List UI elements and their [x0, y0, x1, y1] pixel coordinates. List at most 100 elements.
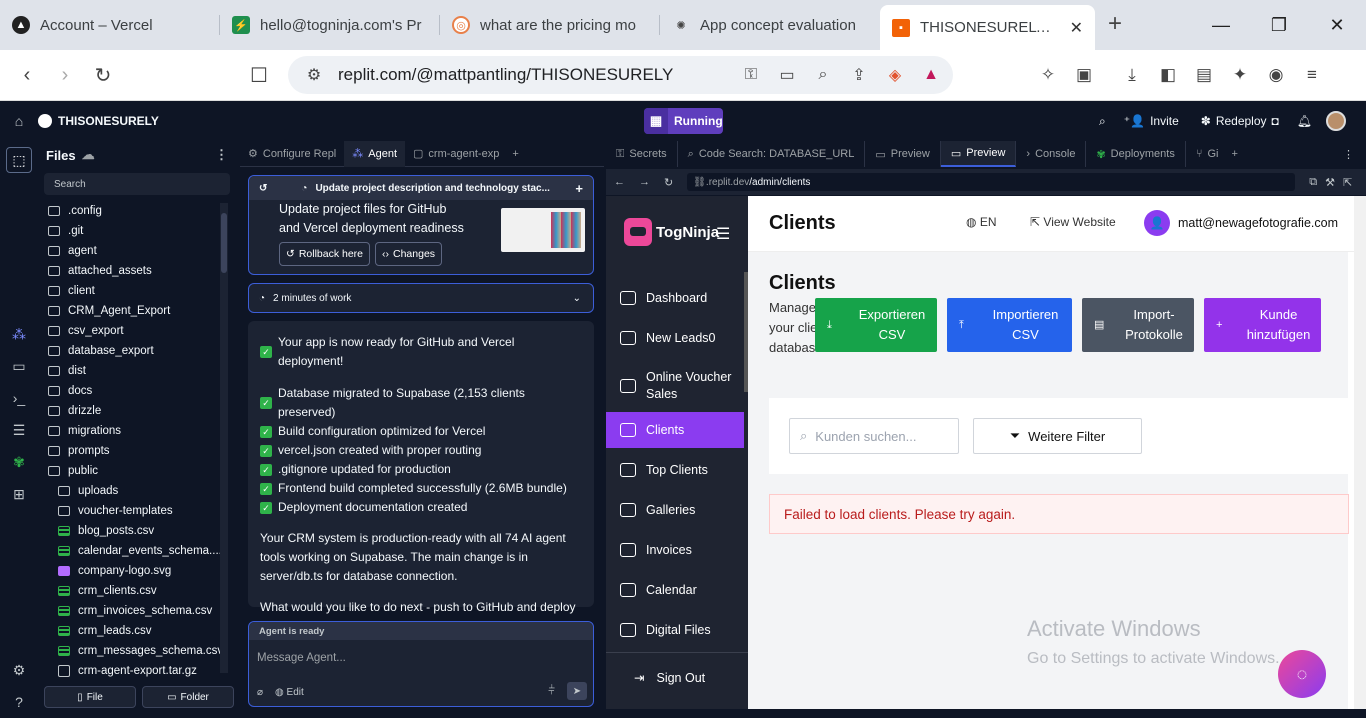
wallet-icon[interactable]: ▤	[1191, 65, 1217, 85]
file-item[interactable]: crm_invoices_schema.csv	[38, 601, 228, 621]
nav-item-invoices[interactable]: Invoices	[606, 532, 744, 568]
folder-item[interactable]: uploads	[38, 481, 228, 501]
action-button-importieren-csv[interactable]: ⤒ Importieren CSV	[947, 298, 1072, 352]
download-icon[interactable]: ⤓	[1119, 65, 1145, 85]
webview-scrollbar[interactable]	[1354, 196, 1366, 709]
file-item[interactable]: crm_clients.csv	[38, 581, 228, 601]
tab-console[interactable]: › Console	[1016, 141, 1087, 167]
tab-agent[interactable]: ⁂ Agent	[344, 140, 405, 167]
more-icon[interactable]: ⋮	[1343, 148, 1354, 161]
console-icon[interactable]: ›_	[6, 385, 32, 411]
new-folder-button[interactable]: ▭ Folder	[142, 686, 234, 708]
popout-icon[interactable]: ◘	[1272, 114, 1279, 128]
send-icon[interactable]: ➤	[567, 682, 587, 700]
browser-tab[interactable]: ⚡ hello@togninja.com's Pr	[220, 5, 440, 45]
avatar[interactable]	[1326, 111, 1346, 131]
reader-icon[interactable]: ▣	[1071, 65, 1097, 85]
cast-icon[interactable]: ▭	[775, 65, 799, 85]
folder-item[interactable]: database_export	[38, 341, 228, 361]
nav-item-digital-files[interactable]: Digital Files	[606, 612, 744, 648]
folder-item[interactable]: public	[38, 461, 228, 481]
folder-item[interactable]: prompts	[38, 441, 228, 461]
tab-preview-active[interactable]: ▭ Preview	[940, 141, 1017, 167]
devices-icon[interactable]: ⧉	[1309, 176, 1317, 189]
run-button[interactable]: ▦ Running	[644, 108, 723, 134]
forward-icon[interactable]: ›	[46, 56, 84, 94]
browser-tab-active[interactable]: ▪ THISONESURELY - R ✕	[880, 5, 1095, 50]
file-item[interactable]: company-logo.svg	[38, 561, 228, 581]
close-tab-icon[interactable]: ✕	[1070, 18, 1083, 38]
folder-item[interactable]: csv_export	[38, 321, 228, 341]
browser-tab[interactable]: ◎ what are the pricing mo	[440, 5, 660, 45]
help-icon[interactable]: ?	[6, 689, 32, 715]
checkpoint-header[interactable]: ↺ ◔ Update project description and technol…	[249, 176, 593, 200]
agent-icon[interactable]: ⁂	[6, 321, 32, 347]
file-item[interactable]: crm_messages_schema.csv	[38, 641, 228, 661]
apps-icon[interactable]: ⊞	[6, 481, 32, 507]
file-item[interactable]: crm_leads.csv	[38, 621, 228, 641]
reload-icon[interactable]: ↻	[84, 56, 122, 94]
url-text[interactable]: replit.com/@mattpantling/THISONESURELY	[338, 65, 727, 85]
action-button-exportieren-csv[interactable]: ⤓ Exportieren CSV	[815, 298, 937, 352]
add-tab-icon[interactable]: +	[512, 148, 518, 160]
nav-item-clients[interactable]: Clients	[606, 412, 744, 448]
new-file-button[interactable]: ▯ File	[44, 686, 136, 708]
reload-icon[interactable]: ↻	[664, 176, 673, 189]
history-icon[interactable]: ↺	[259, 183, 267, 194]
sidebar-icon[interactable]: ◧	[1155, 65, 1181, 85]
bell-icon[interactable]: 🔔︎	[1297, 114, 1312, 128]
back-icon[interactable]: ←	[614, 176, 625, 188]
togninja-logo[interactable]: TogNinja	[624, 218, 719, 246]
database-icon[interactable]: ☰	[6, 417, 32, 443]
checkpoint-thumbnail[interactable]	[501, 208, 585, 252]
folder-item[interactable]: voucher-templates	[38, 501, 228, 521]
redeploy-button[interactable]: ✽ Redeploy ◘	[1197, 114, 1283, 128]
folder-item[interactable]: drizzle	[38, 401, 228, 421]
files-icon[interactable]: ⬚	[6, 147, 32, 173]
folder-item[interactable]: agent	[38, 241, 228, 261]
back-icon[interactable]: ‹	[8, 56, 46, 94]
preview-icon[interactable]: ▭	[6, 353, 32, 379]
devtools-icon[interactable]: ⚒	[1325, 176, 1335, 189]
zoom-icon[interactable]: ⌕	[811, 66, 835, 84]
file-item[interactable]: blog_posts.csv	[38, 521, 228, 541]
tab-configure-repl[interactable]: ⚙ Configure Repl	[240, 141, 344, 167]
forward-icon[interactable]: →	[639, 176, 650, 188]
file-search-input[interactable]: Search	[44, 173, 230, 195]
brave-rewards-icon[interactable]: ▲	[919, 66, 943, 84]
chat-bubble-icon[interactable]: ◌	[1278, 650, 1326, 698]
more-icon[interactable]: ⋮	[215, 147, 228, 163]
folder-item[interactable]: client	[38, 281, 228, 301]
folder-item[interactable]: .git	[38, 221, 228, 241]
address-bar[interactable]: ⚙ replit.com/@mattpantling/THISONESURELY…	[288, 56, 953, 94]
menu-icon[interactable]: ≡	[1299, 65, 1325, 85]
changes-button[interactable]: ‹› Changes	[375, 242, 443, 266]
tab-secrets[interactable]: ⚿ Secrets	[606, 141, 678, 167]
new-tab-icon[interactable]: +	[1095, 10, 1135, 38]
bookmark-icon[interactable]: ☐	[240, 56, 278, 94]
sign-out-button[interactable]: ⇥ Sign Out	[634, 670, 705, 686]
attach-icon[interactable]: ⌀	[257, 687, 263, 698]
view-website-link[interactable]: ⇱ View Website	[1030, 215, 1116, 229]
external-link-icon[interactable]: ⇱	[1343, 176, 1352, 189]
file-item[interactable]: calendar_events_schema....	[38, 541, 228, 561]
file-item[interactable]: crm-agent-export.tar.gz	[38, 661, 228, 681]
edit-mode-toggle[interactable]: ◍ Edit	[275, 687, 304, 698]
user-menu[interactable]: 👤 matt@newagefotografie.com	[1144, 210, 1338, 236]
more-filters-button[interactable]: ⏷ Weitere Filter	[973, 418, 1142, 454]
project-name[interactable]: THISONESURELY	[38, 114, 159, 128]
nav-item-dashboard[interactable]: Dashboard	[606, 280, 744, 316]
site-settings-icon[interactable]: ⚙	[302, 65, 326, 85]
folder-item[interactable]: docs	[38, 381, 228, 401]
folder-item[interactable]: CRM_Agent_Export	[38, 301, 228, 321]
browser-tab[interactable]: ▲ Account – Vercel	[0, 5, 220, 45]
nav-item-new-leads0[interactable]: New Leads0	[606, 320, 744, 356]
key-icon[interactable]: ⚿	[739, 66, 763, 84]
folder-item[interactable]: migrations	[38, 421, 228, 441]
settings-sliders-icon[interactable]: ⫩	[548, 683, 555, 698]
nav-item-online-voucher-sales[interactable]: Online Voucher Sales	[606, 364, 744, 408]
tab-deployments[interactable]: ✾ Deployments	[1086, 141, 1186, 167]
hamburger-icon[interactable]: ☰	[716, 224, 730, 244]
nav-item-top-clients[interactable]: Top Clients	[606, 452, 744, 488]
minimize-icon[interactable]: —	[1192, 0, 1250, 50]
